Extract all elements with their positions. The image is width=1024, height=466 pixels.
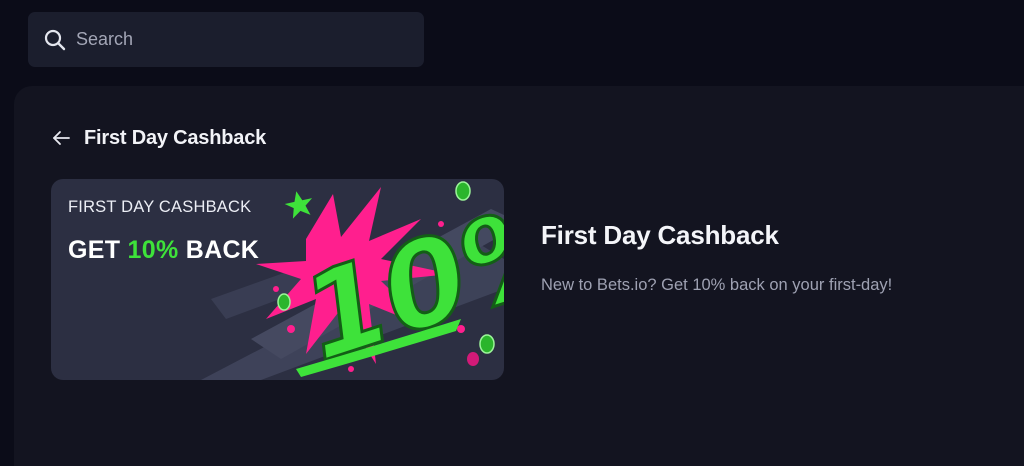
banner-art-text: 10%: [286, 179, 504, 380]
search-box[interactable]: [28, 12, 424, 67]
page-title: First Day Cashback: [84, 126, 267, 149]
promo-banner[interactable]: 10% FIRST DAY CASHBACK GET 10% BACK: [51, 179, 504, 380]
star-icon: [284, 191, 313, 219]
promo-title: First Day Cashback: [541, 220, 779, 250]
banner-headline-prefix: GET: [68, 236, 128, 264]
arrow-left-icon[interactable]: [50, 127, 72, 149]
search-icon: [43, 28, 67, 52]
banner-headline-percent: 10%: [127, 236, 179, 264]
search-input[interactable]: [74, 28, 398, 51]
promo-description: New to Bets.io? Get 10% back on your fir…: [541, 276, 893, 294]
banner-headline: GET 10% BACK: [68, 236, 259, 265]
banner-headline-suffix: BACK: [178, 236, 260, 264]
breadcrumb: First Day Cashback: [50, 124, 266, 152]
banner-kicker: FIRST DAY CASHBACK: [68, 198, 252, 216]
